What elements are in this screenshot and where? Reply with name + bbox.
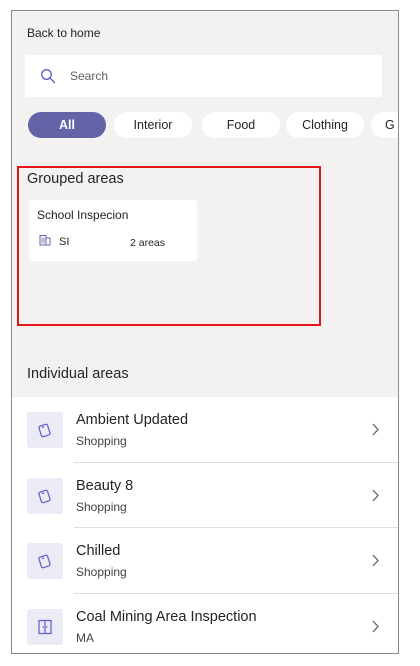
- chevron-right-icon: [372, 620, 379, 632]
- back-to-home-link[interactable]: Back to home: [27, 26, 100, 40]
- list-item-title: Chilled: [76, 543, 121, 559]
- list-item-title: Ambient Updated: [76, 412, 189, 428]
- group-card-name: School Inspecion: [37, 208, 129, 222]
- list-item[interactable]: Beauty 8 Shopping: [12, 463, 398, 528]
- search-input[interactable]: [70, 66, 360, 86]
- door-icon: [38, 619, 52, 634]
- area-icon-tile: [27, 412, 63, 448]
- filter-chip-clothing[interactable]: Clothing: [286, 112, 364, 138]
- search-box[interactable]: [25, 55, 382, 97]
- search-icon: [41, 69, 56, 84]
- group-card[interactable]: School Inspecion SI 2 areas: [29, 200, 197, 261]
- list-item-subtitle: Shopping: [76, 499, 127, 514]
- grouped-areas-heading: Grouped areas: [27, 171, 124, 187]
- chevron-right-icon: [372, 489, 379, 501]
- area-icon-tile: [27, 608, 63, 645]
- filter-chip-interior[interactable]: Interior: [114, 112, 192, 138]
- area-icon-tile: [27, 543, 63, 579]
- filter-chip-food[interactable]: Food: [202, 112, 280, 138]
- list-item-title: Coal Mining Area Inspection: [76, 608, 257, 625]
- list-item-subtitle: MA: [76, 630, 94, 645]
- list-item[interactable]: Coal Mining Area Inspection MA: [12, 594, 398, 654]
- group-card-count: 2 areas: [130, 237, 166, 249]
- group-card-abbr: SI: [59, 236, 70, 248]
- filter-chips: All Interior Food Clothing G: [28, 112, 398, 140]
- individual-areas-list: Ambient Updated Shopping Beauty 8 Shoppi…: [12, 397, 398, 654]
- filter-chip-partial[interactable]: G: [371, 112, 398, 138]
- list-item[interactable]: Chilled Shopping: [12, 528, 398, 594]
- chevron-right-icon: [372, 554, 379, 567]
- shopping-tag-icon: [38, 489, 51, 503]
- list-item-title: Beauty 8: [76, 477, 134, 494]
- individual-areas-heading: Individual areas: [27, 366, 129, 382]
- shopping-tag-icon: [38, 554, 51, 569]
- list-item[interactable]: Ambient Updated Shopping: [12, 397, 398, 463]
- list-item-subtitle: Shopping: [76, 434, 127, 448]
- area-icon-tile: [27, 477, 63, 514]
- shopping-tag-icon: [38, 423, 51, 438]
- filter-chip-all[interactable]: All: [28, 112, 106, 138]
- area-picker-panel: Back to home All Interior Food Clothing …: [11, 10, 399, 654]
- list-item-subtitle: Shopping: [76, 565, 127, 579]
- chevron-right-icon: [372, 423, 379, 436]
- building-icon: [39, 235, 51, 246]
